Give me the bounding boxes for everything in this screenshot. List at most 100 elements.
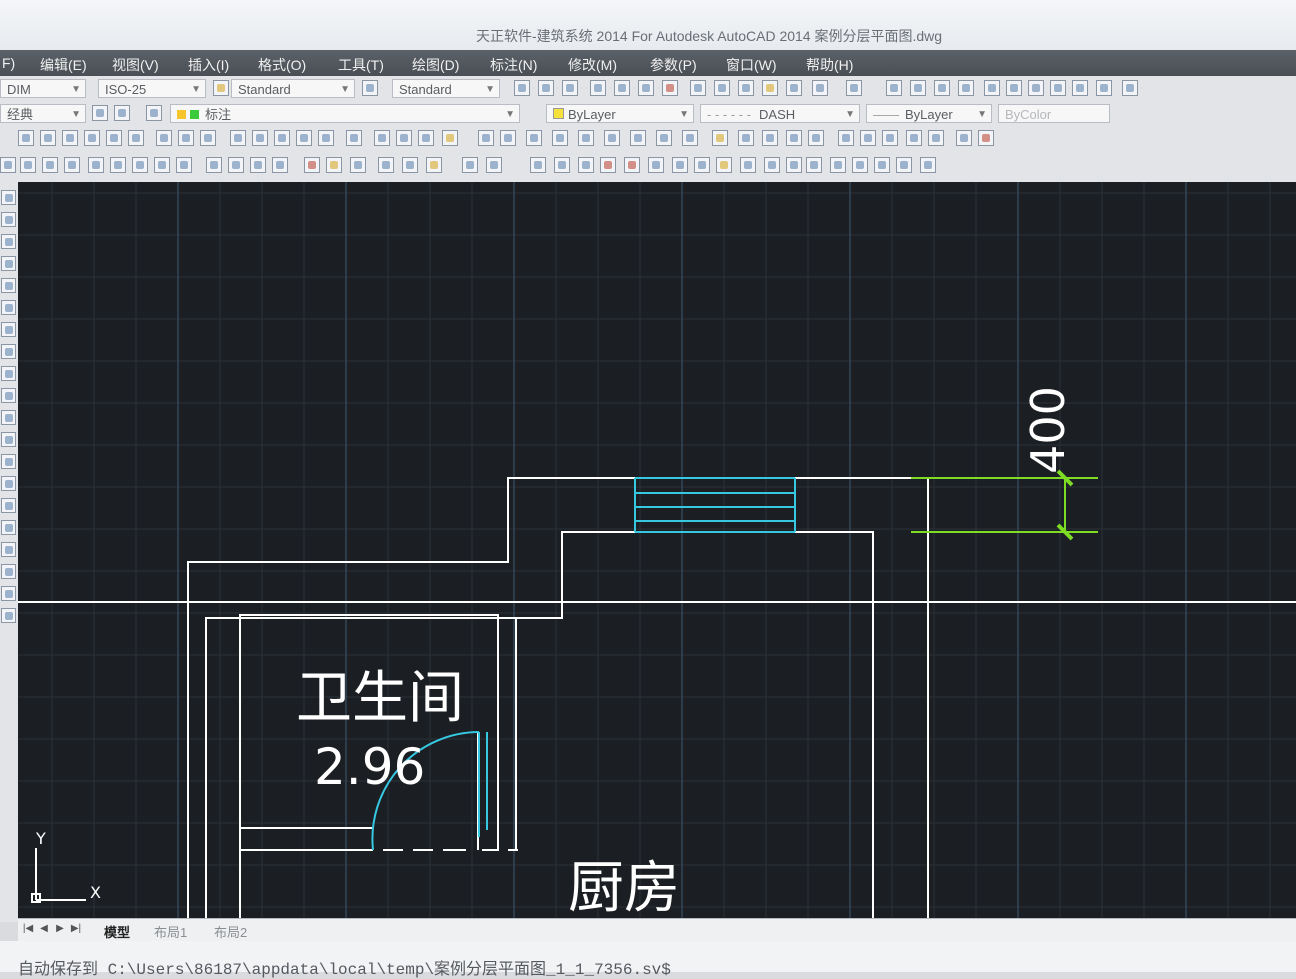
font-tool-icon[interactable] [874, 157, 890, 173]
text-style-icon[interactable] [213, 80, 229, 96]
paste-icon[interactable] [738, 80, 754, 96]
table-draw-icon[interactable] [1, 564, 16, 579]
lineweight-dropdown[interactable]: —— ByLayer ▼ [866, 104, 992, 123]
menu-item-edit[interactable]: 编辑(E) [40, 55, 87, 75]
command-line[interactable]: 自动保存到 C:\Users\86187\appdata\local\temp\… [0, 941, 1296, 979]
menu-item-file[interactable]: F) [2, 55, 15, 71]
dimstyle-name-dropdown[interactable]: DIM ▼ [0, 79, 86, 98]
lengthen-icon[interactable] [738, 130, 754, 146]
layer-properties-icon[interactable] [146, 105, 162, 121]
hatch-icon[interactable] [762, 130, 778, 146]
properties-icon[interactable] [984, 80, 1000, 96]
box-icon[interactable] [956, 130, 972, 146]
ellipse-icon[interactable] [1, 388, 16, 403]
table-tool-icon[interactable] [154, 157, 170, 173]
menu-item-window[interactable]: 窗口(W) [726, 55, 777, 75]
baseline-dimension-icon[interactable] [84, 130, 100, 146]
insert-tool-icon[interactable] [578, 157, 594, 173]
print-icon[interactable] [590, 80, 606, 96]
wall-grid-tool-icon[interactable] [672, 157, 688, 173]
menu-item-draw[interactable]: 绘图(D) [412, 55, 459, 75]
menu-item-insert[interactable]: 插入(I) [188, 55, 229, 75]
help-icon[interactable] [1122, 80, 1138, 96]
redo-icon[interactable] [846, 80, 862, 96]
match-properties-icon[interactable] [762, 80, 778, 96]
text-align-icon[interactable] [200, 130, 216, 146]
region-draw-icon[interactable] [1, 542, 16, 557]
menu-item-modify[interactable]: 修改(M) [568, 55, 617, 75]
pan-icon[interactable] [886, 80, 902, 96]
next-tab-icon[interactable]: ▶ [54, 923, 66, 935]
linear-dimension-icon[interactable] [18, 130, 34, 146]
arc-length-icon[interactable] [106, 130, 122, 146]
room-tool-icon[interactable] [64, 157, 80, 173]
make-block-icon[interactable] [1, 454, 16, 469]
3d-dwf-icon[interactable] [662, 80, 678, 96]
curve-tool-icon[interactable] [350, 157, 366, 173]
add-selected-icon[interactable] [1, 608, 16, 623]
wall-tool-icon[interactable] [0, 157, 16, 173]
textstyle-dropdown[interactable]: Standard ▼ [231, 79, 355, 98]
dimstyle-dropdown[interactable]: ISO-25 ▼ [98, 79, 206, 98]
move-icon[interactable] [396, 130, 412, 146]
new-file-icon[interactable] [514, 80, 530, 96]
window-grid-tool-icon[interactable] [694, 157, 710, 173]
red-layer-tool-icon[interactable] [600, 157, 616, 173]
image-tool-icon[interactable] [806, 157, 822, 173]
tab-layout2[interactable]: 布局2 [214, 922, 247, 941]
extend-icon[interactable] [604, 130, 620, 146]
open-file-icon[interactable] [538, 80, 554, 96]
region-icon[interactable] [808, 130, 824, 146]
arrow-tool-icon[interactable] [486, 157, 502, 173]
table-style-icon[interactable] [362, 80, 378, 96]
render-icon[interactable] [978, 130, 994, 146]
drafting-tool-icon[interactable] [764, 157, 780, 173]
pen-tool-icon[interactable] [326, 157, 342, 173]
grid-axis-icon[interactable] [230, 130, 246, 146]
text-edit-icon[interactable] [156, 130, 172, 146]
trim-icon[interactable] [578, 130, 594, 146]
spline-icon[interactable] [1, 366, 16, 381]
zoom-realtime-icon[interactable] [910, 80, 926, 96]
mtext-icon[interactable] [1, 586, 16, 601]
cut-icon[interactable] [690, 80, 706, 96]
aligned-dimension-icon[interactable] [40, 130, 56, 146]
crosshair-tool-icon[interactable] [896, 157, 912, 173]
frame-tool-icon[interactable] [378, 157, 394, 173]
undo-icon[interactable] [812, 80, 828, 96]
zoom-previous-icon[interactable] [958, 80, 974, 96]
stretch-icon[interactable] [318, 130, 334, 146]
menu-item-format[interactable]: 格式(O) [258, 55, 306, 75]
3d-model-icon[interactable] [272, 157, 288, 173]
save-icon[interactable] [562, 80, 578, 96]
column-grid-tool-icon[interactable] [648, 157, 664, 173]
mail-tool-icon[interactable] [716, 157, 732, 173]
break-icon[interactable] [630, 130, 646, 146]
point-icon[interactable] [1, 476, 16, 491]
bracket-tool-icon[interactable] [786, 157, 802, 173]
view-tool-icon[interactable] [402, 157, 418, 173]
revcloud-icon[interactable] [1, 344, 16, 359]
explode-icon[interactable] [442, 130, 458, 146]
publish-icon[interactable] [638, 80, 654, 96]
tangent-red-tool-icon[interactable] [304, 157, 320, 173]
ordinate-dimension-icon[interactable] [62, 130, 78, 146]
block-editor-icon[interactable] [786, 80, 802, 96]
axis-dimension-icon[interactable] [274, 130, 290, 146]
first-tab-icon[interactable]: |◀ [22, 923, 34, 935]
symbol-tool-icon[interactable] [132, 157, 148, 173]
rectangle-icon[interactable] [1, 278, 16, 293]
quickcalc-icon[interactable] [1096, 80, 1112, 96]
design-center-icon[interactable] [1006, 80, 1022, 96]
continue-dimension-icon[interactable] [128, 130, 144, 146]
text-style-2-icon[interactable] [178, 130, 194, 146]
menu-item-dimension[interactable]: 标注(N) [490, 55, 537, 75]
globe-tool-icon[interactable] [920, 157, 936, 173]
text-format-tool-icon[interactable] [830, 157, 846, 173]
join-icon[interactable] [656, 130, 672, 146]
elevation-tool-icon[interactable] [206, 157, 222, 173]
visual-style-icon[interactable] [860, 130, 876, 146]
fillet-icon[interactable] [712, 130, 728, 146]
mirror-icon[interactable] [500, 130, 516, 146]
grid-tool-icon[interactable] [530, 157, 546, 173]
